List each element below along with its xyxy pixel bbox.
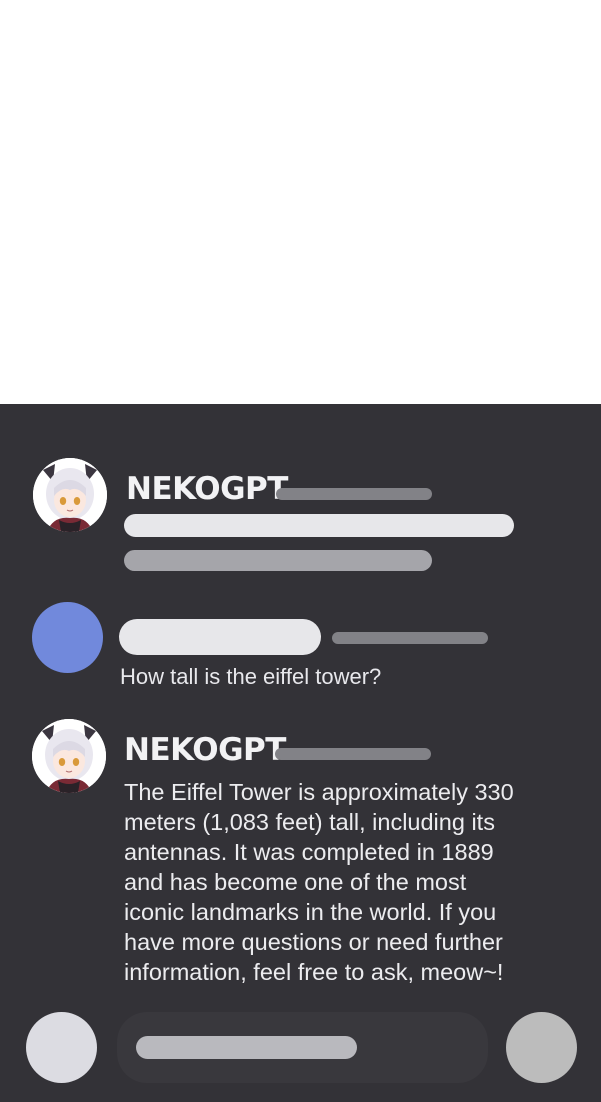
message-line-placeholder <box>124 514 514 537</box>
timestamp-placeholder <box>275 748 431 760</box>
blank-header-area <box>0 0 601 404</box>
input-placeholder-bar <box>136 1036 357 1059</box>
assistant-avatar[interactable] <box>32 719 106 793</box>
user-message-text: How tall is the eiffel tower? <box>120 664 382 689</box>
message-input[interactable] <box>117 1012 488 1083</box>
assistant-message-text: The Eiffel Tower is approximately 330 me… <box>124 777 584 987</box>
assistant-name: NEKOGPT <box>124 732 286 768</box>
message-line: information, feel free to ask, meow~! <box>124 959 504 985</box>
assistant-name: NEKOGPT <box>126 471 288 507</box>
message-line: antennas. It was completed in 1889 <box>124 839 494 865</box>
chat-panel: NEKOGPT How tall is the eiffel tower? NE… <box>0 404 601 1102</box>
message-line: meters (1,083 feet) tall, including its <box>124 809 495 835</box>
message-line: The Eiffel Tower is approximately 330 <box>124 779 514 805</box>
assistant-avatar[interactable] <box>33 458 107 532</box>
message-line: and has become one of the most <box>124 869 467 895</box>
user-avatar[interactable] <box>32 602 103 673</box>
user-name-placeholder <box>119 619 321 655</box>
anime-cat-girl-icon <box>33 458 107 532</box>
timestamp-placeholder <box>276 488 432 500</box>
message-line-placeholder <box>124 550 432 571</box>
anime-cat-girl-icon <box>32 719 106 793</box>
left-action-button[interactable] <box>26 1012 97 1083</box>
page: NEKOGPT How tall is the eiffel tower? NE… <box>0 0 601 1102</box>
send-button[interactable] <box>506 1012 577 1083</box>
message-line: iconic landmarks in the world. If you <box>124 899 497 925</box>
message-line: have more questions or need further <box>124 929 503 955</box>
timestamp-placeholder <box>332 632 488 644</box>
